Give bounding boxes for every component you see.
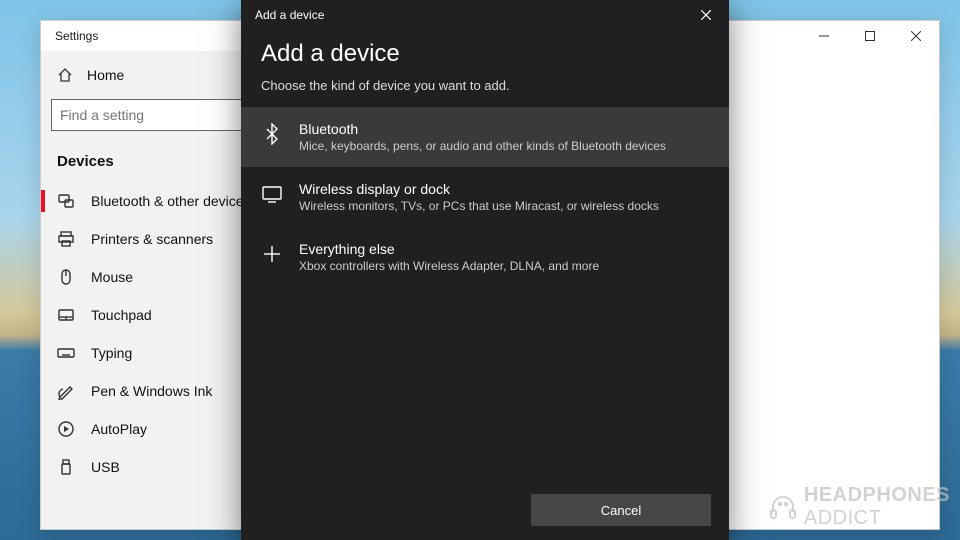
autoplay-icon <box>57 420 75 438</box>
mouse-icon <box>57 268 75 286</box>
option-bluetooth[interactable]: Bluetooth Mice, keyboards, pens, or audi… <box>241 107 729 167</box>
dialog-heading: Add a device <box>261 40 709 68</box>
nav-mouse[interactable]: Mouse <box>41 258 271 296</box>
search-box[interactable] <box>51 99 261 131</box>
dialog-close-button[interactable] <box>683 0 729 30</box>
bluetooth-icon <box>261 123 283 145</box>
pen-icon <box>57 382 75 400</box>
dialog-titlebar: Add a device <box>241 0 729 30</box>
nav-label: Touchpad <box>91 307 152 323</box>
plus-icon <box>261 243 283 265</box>
keyboard-icon <box>57 344 75 362</box>
nav-printers[interactable]: Printers & scanners <box>41 220 271 258</box>
nav-label: Printers & scanners <box>91 231 213 247</box>
home-label: Home <box>87 67 124 83</box>
section-heading: Devices <box>41 145 271 182</box>
watermark-logo: HEADPHONES ADDICT <box>768 484 950 530</box>
settings-sidebar: Home Devices Bluetooth & other devices <box>41 51 271 529</box>
nav-bluetooth-devices[interactable]: Bluetooth & other devices <box>41 182 271 220</box>
close-button[interactable] <box>893 21 939 51</box>
nav-label: Typing <box>91 345 132 361</box>
touchpad-icon <box>57 306 75 324</box>
watermark-text-1: HEADPHONES <box>804 484 950 506</box>
nav-label: AutoPlay <box>91 421 147 437</box>
search-input[interactable] <box>60 107 252 123</box>
window-controls <box>801 21 939 51</box>
bluetooth-devices-icon <box>57 192 75 210</box>
option-everything-else[interactable]: Everything else Xbox controllers with Wi… <box>241 227 729 287</box>
dialog-subtitle: Choose the kind of device you want to ad… <box>261 78 709 93</box>
cancel-button[interactable]: Cancel <box>531 494 711 526</box>
minimize-button[interactable] <box>801 21 847 51</box>
watermark-text-2: ADDICT <box>804 507 881 529</box>
nav-label: Pen & Windows Ink <box>91 383 212 399</box>
nav-pen[interactable]: Pen & Windows Ink <box>41 372 271 410</box>
nav-touchpad[interactable]: Touchpad <box>41 296 271 334</box>
display-icon <box>261 183 283 205</box>
nav-autoplay[interactable]: AutoPlay <box>41 410 271 448</box>
usb-icon <box>57 458 75 476</box>
option-title: Bluetooth <box>299 121 666 137</box>
option-desc: Xbox controllers with Wireless Adapter, … <box>299 259 599 273</box>
nav-typing[interactable]: Typing <box>41 334 271 372</box>
home-icon <box>57 67 73 83</box>
maximize-button[interactable] <box>847 21 893 51</box>
dialog-titlebar-text: Add a device <box>255 8 324 22</box>
desktop-background: Settings Home <box>0 0 960 540</box>
printer-icon <box>57 230 75 248</box>
option-desc: Mice, keyboards, pens, or audio and othe… <box>299 139 666 153</box>
nav-usb[interactable]: USB <box>41 448 271 486</box>
settings-title: Settings <box>55 29 98 43</box>
nav-label: Bluetooth & other devices <box>91 193 251 209</box>
option-title: Everything else <box>299 241 599 257</box>
add-device-dialog: Add a device Add a device Choose the kin… <box>241 0 729 540</box>
option-title: Wireless display or dock <box>299 181 659 197</box>
option-desc: Wireless monitors, TVs, or PCs that use … <box>299 199 659 213</box>
nav-label: USB <box>91 459 120 475</box>
option-wireless-display[interactable]: Wireless display or dock Wireless monito… <box>241 167 729 227</box>
nav-label: Mouse <box>91 269 133 285</box>
home-nav[interactable]: Home <box>41 57 271 93</box>
